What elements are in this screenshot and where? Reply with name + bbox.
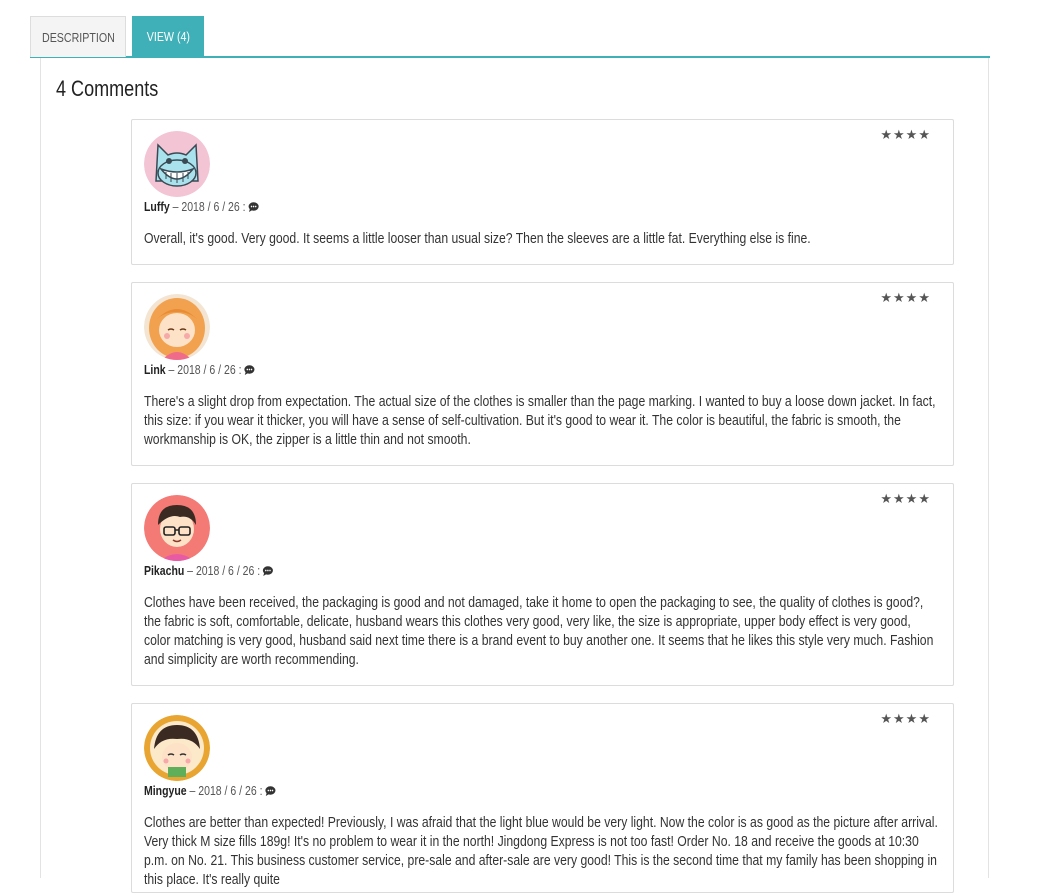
review-date: 2018 / 6 / 26 : (181, 200, 246, 214)
review-author[interactable]: Mingyue (144, 784, 187, 798)
review-author[interactable]: Pikachu (144, 564, 184, 578)
review-text: Clothes have been received, the packagin… (144, 595, 934, 668)
review-date: 2018 / 6 / 26 : (195, 564, 261, 578)
product-tabs-section: DESCRIPTION VIEW (4) (30, 16, 990, 58)
review-meta: Mingyue – 2018 / 6 / 26 : (144, 784, 276, 798)
comment-icon (265, 786, 276, 796)
review-text: There's a slight drop from expectation. … (144, 394, 936, 448)
review-date: 2018 / 6 / 26 : (177, 363, 242, 377)
comment-icon (263, 566, 274, 576)
avatar (144, 715, 210, 781)
rating-stars: ★★★★ (880, 291, 931, 306)
rating-stars: ★★★★ (880, 712, 931, 727)
tab-description[interactable]: DESCRIPTION (30, 16, 126, 57)
tab-view-label: VIEW (4) (146, 29, 190, 44)
review-author[interactable]: Luffy (144, 200, 170, 214)
avatar (144, 131, 210, 197)
review-card: ★★★★ Mingyue – 2018 / 6 / 26 : Clothes a… (131, 703, 954, 893)
review-text: Overall, it's good. Very good. It seems … (144, 231, 811, 247)
review-author[interactable]: Link (144, 363, 166, 377)
avatar (144, 495, 210, 561)
comment-icon (244, 365, 255, 375)
tab-view[interactable]: VIEW (4) (132, 16, 204, 57)
review-card: ★★★★ Pikachu – 2018 / 6 / 26 : Clothes h… (131, 483, 954, 686)
review-meta: Luffy – 2018 / 6 / 26 : (144, 200, 259, 214)
review-meta: Link – 2018 / 6 / 26 : (144, 363, 255, 377)
review-meta: Pikachu – 2018 / 6 / 26 : (144, 564, 274, 578)
tab-bar: DESCRIPTION VIEW (4) (30, 16, 990, 58)
review-date: 2018 / 6 / 26 : (198, 784, 263, 798)
review-text: Clothes are better than expected! Previo… (144, 815, 938, 888)
avatar (144, 294, 210, 360)
rating-stars: ★★★★ (880, 492, 931, 507)
rating-stars: ★★★★ (880, 128, 931, 143)
tab-description-label: DESCRIPTION (41, 29, 115, 45)
comments-heading: 4 Comments (56, 76, 159, 101)
review-card: ★★★★ Link – 2018 / 6 / 26 : There's a sl… (131, 282, 954, 466)
review-card: ★★★★ Luffy – 2018 / 6 / 26 : Overall, it… (131, 119, 954, 265)
comment-icon (248, 202, 259, 212)
